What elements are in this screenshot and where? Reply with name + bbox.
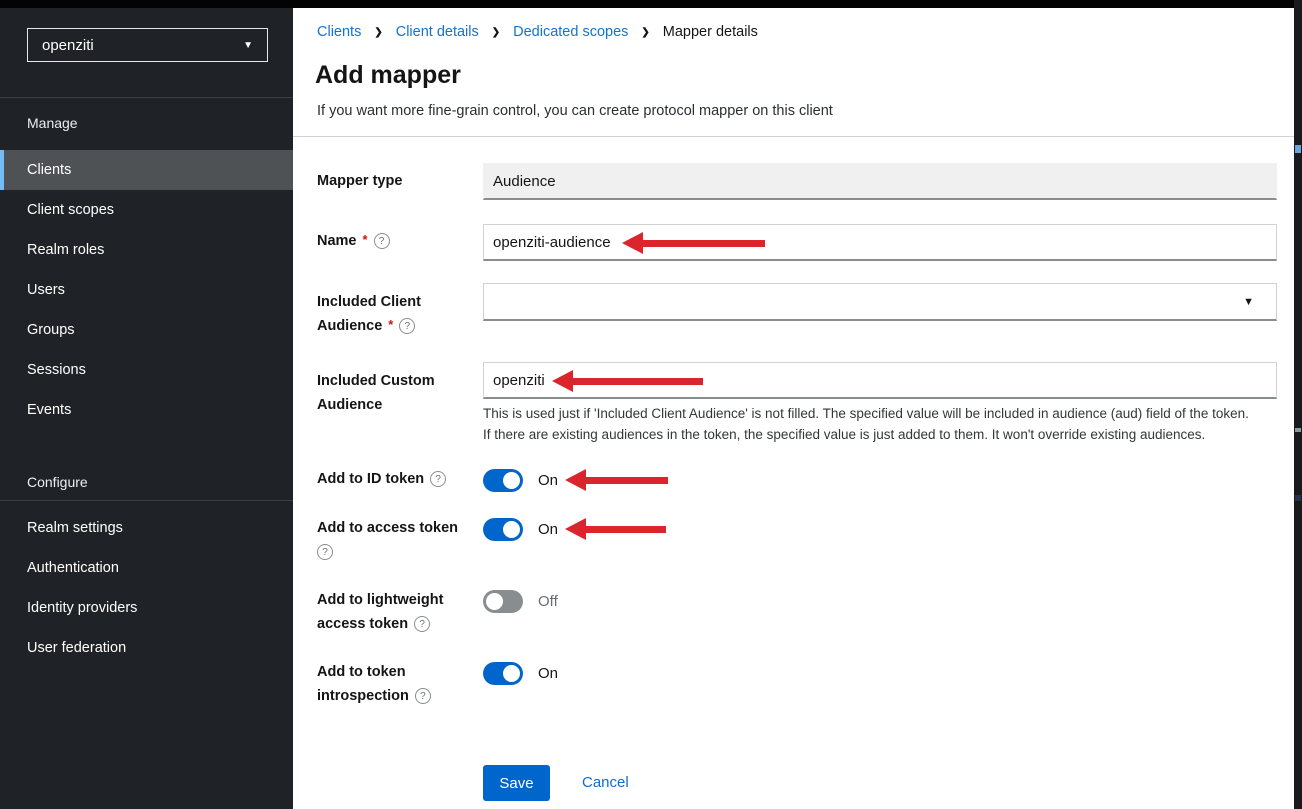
sidebar: openziti ▼ Manage Clients Client scopes … bbox=[0, 8, 293, 809]
included-custom-audience-label-line1: Included Custom bbox=[317, 373, 435, 389]
page-subtitle: If you want more fine-grain control, you… bbox=[317, 103, 833, 119]
cancel-button[interactable]: Cancel bbox=[582, 774, 629, 791]
mapper-type-input bbox=[483, 163, 1277, 200]
nav-list-configure: Realm settings Authentication Identity p… bbox=[0, 508, 293, 668]
included-client-audience-select[interactable]: ▼ bbox=[483, 283, 1277, 321]
sidebar-item-groups[interactable]: Groups bbox=[0, 310, 293, 350]
sidebar-item-client-scopes[interactable]: Client scopes bbox=[0, 190, 293, 230]
save-button[interactable]: Save bbox=[483, 765, 550, 801]
add-to-id-token-label: Add to ID token ? bbox=[317, 471, 446, 487]
breadcrumb-link-client-details[interactable]: Client details bbox=[396, 24, 479, 40]
breadcrumb-link-dedicated-scopes[interactable]: Dedicated scopes bbox=[513, 24, 628, 40]
included-client-audience-label-line2: Audience * ? bbox=[317, 318, 415, 334]
add-to-access-token-label: Add to access token bbox=[317, 520, 458, 536]
scrollbar-mark bbox=[1295, 145, 1301, 153]
page-title: Add mapper bbox=[315, 61, 461, 90]
add-to-lightweight-toggle[interactable] bbox=[483, 590, 523, 613]
add-to-access-token-toggle[interactable] bbox=[483, 518, 523, 541]
add-mapper-form: Mapper type Name * ? Included Client Aud… bbox=[293, 137, 1294, 809]
breadcrumb-link-clients[interactable]: Clients bbox=[317, 24, 361, 40]
included-client-audience-label-line1: Included Client bbox=[317, 294, 421, 310]
sidebar-item-clients[interactable]: Clients bbox=[0, 150, 293, 190]
question-circle-icon[interactable]: ? bbox=[317, 544, 333, 560]
scrollbar[interactable] bbox=[1294, 0, 1302, 809]
nav-section-title-configure: Configure bbox=[27, 474, 88, 490]
scrollbar-mark bbox=[1295, 428, 1301, 432]
realm-selector-value: openziti bbox=[42, 37, 94, 54]
included-custom-audience-input[interactable] bbox=[483, 362, 1277, 399]
breadcrumb: Clients ❯ Client details ❯ Dedicated sco… bbox=[317, 24, 758, 40]
name-input[interactable] bbox=[483, 224, 1277, 261]
add-to-lightweight-label-line1: Add to lightweight bbox=[317, 592, 443, 608]
red-arrow-left-icon bbox=[565, 469, 668, 491]
add-to-lightweight-state: Off bbox=[538, 593, 558, 610]
add-to-introspection-label-line1: Add to token bbox=[317, 664, 406, 680]
sidebar-item-realm-settings[interactable]: Realm settings bbox=[0, 508, 293, 548]
caret-down-icon: ▼ bbox=[1243, 296, 1254, 308]
chevron-right-icon: ❯ bbox=[641, 27, 649, 38]
add-to-access-token-state: On bbox=[538, 521, 558, 538]
sidebar-divider bbox=[0, 97, 293, 98]
question-circle-icon[interactable]: ? bbox=[430, 471, 446, 487]
sidebar-item-events[interactable]: Events bbox=[0, 390, 293, 430]
sidebar-item-users[interactable]: Users bbox=[0, 270, 293, 310]
sidebar-item-realm-roles[interactable]: Realm roles bbox=[0, 230, 293, 270]
required-asterisk: * bbox=[363, 232, 368, 247]
add-to-id-token-toggle[interactable] bbox=[483, 469, 523, 492]
add-to-introspection-toggle[interactable] bbox=[483, 662, 523, 685]
chevron-right-icon: ❯ bbox=[492, 27, 500, 38]
question-circle-icon[interactable]: ? bbox=[374, 233, 390, 249]
add-to-id-token-state: On bbox=[538, 472, 558, 489]
page-header: Clients ❯ Client details ❯ Dedicated sco… bbox=[293, 8, 1294, 137]
sidebar-item-authentication[interactable]: Authentication bbox=[0, 548, 293, 588]
sidebar-item-identity-providers[interactable]: Identity providers bbox=[0, 588, 293, 628]
question-circle-icon[interactable]: ? bbox=[415, 688, 431, 704]
question-circle-icon[interactable]: ? bbox=[414, 616, 430, 632]
chevron-right-icon: ❯ bbox=[374, 27, 382, 38]
realm-selector[interactable]: openziti ▼ bbox=[27, 28, 268, 62]
masthead-bar bbox=[0, 0, 1302, 8]
red-arrow-left-icon bbox=[565, 518, 666, 540]
add-to-introspection-state: On bbox=[538, 665, 558, 682]
mapper-type-label: Mapper type bbox=[317, 173, 402, 189]
name-label: Name * ? bbox=[317, 233, 390, 249]
required-asterisk: * bbox=[388, 317, 393, 332]
question-circle-icon[interactable]: ? bbox=[399, 318, 415, 334]
scrollbar-mark bbox=[1295, 495, 1301, 501]
nav-list-manage: Clients Client scopes Realm roles Users … bbox=[0, 150, 293, 430]
sidebar-item-sessions[interactable]: Sessions bbox=[0, 350, 293, 390]
included-custom-audience-label-line2: Audience bbox=[317, 397, 382, 413]
sidebar-divider bbox=[0, 500, 293, 501]
sidebar-item-user-federation[interactable]: User federation bbox=[0, 628, 293, 668]
add-to-introspection-label-line2: introspection ? bbox=[317, 688, 431, 704]
nav-section-title-manage: Manage bbox=[27, 115, 78, 131]
breadcrumb-current: Mapper details bbox=[663, 24, 758, 40]
add-to-lightweight-label-line2: access token ? bbox=[317, 616, 430, 632]
caret-down-icon: ▼ bbox=[243, 40, 253, 51]
add-to-access-token-help: ? bbox=[317, 544, 333, 560]
included-custom-audience-helper: This is used just if 'Included Client Au… bbox=[483, 403, 1293, 445]
